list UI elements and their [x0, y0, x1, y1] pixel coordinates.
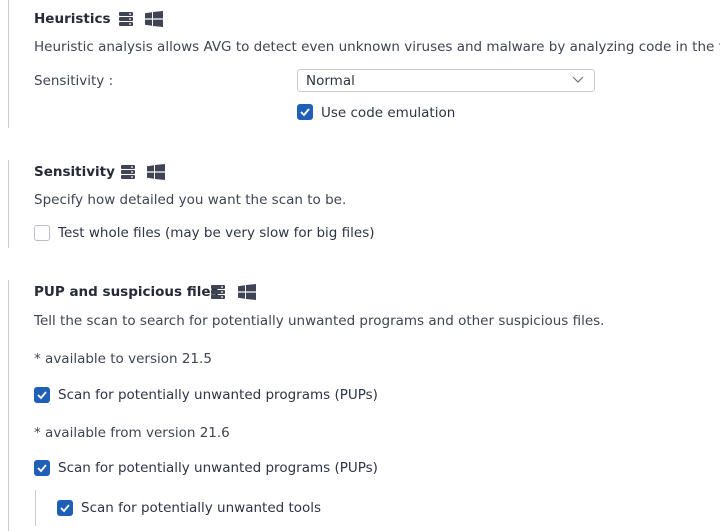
- sensitivity-label: Sensitivity :: [34, 73, 114, 89]
- sensitivity-description: Specify how detailed you want the scan t…: [34, 192, 347, 208]
- chevron-down-icon: [572, 76, 584, 83]
- tools-label: Scan for potentially unwanted tools: [81, 500, 322, 516]
- note-version-21-6: * available from version 21.6: [34, 425, 230, 441]
- sensitivity-select[interactable]: Normal: [297, 69, 595, 92]
- windows-icon: [238, 284, 256, 300]
- server-icon: [121, 165, 135, 179]
- heuristics-title: Heuristics: [34, 11, 111, 27]
- pup-old-label: Scan for potentially unwanted programs (…: [58, 387, 378, 403]
- pup-description: Tell the scan to search for potentially …: [34, 313, 605, 329]
- checkmark-icon: [37, 464, 47, 473]
- sensitivity-section: [8, 160, 9, 248]
- pup-new-checkbox[interactable]: [34, 460, 50, 476]
- server-icon: [119, 12, 133, 26]
- checkmark-icon: [37, 391, 47, 400]
- heuristics-description: Heuristic analysis allows AVG to detect …: [34, 39, 720, 55]
- pup-section: [8, 280, 9, 531]
- sensitivity-select-value: Normal: [306, 73, 355, 89]
- server-icon: [211, 285, 225, 299]
- sub-option-border: [35, 490, 36, 526]
- pup-old-checkbox[interactable]: [34, 387, 50, 403]
- pup-new-label: Scan for potentially unwanted programs (…: [58, 460, 378, 476]
- whole-files-checkbox[interactable]: [34, 225, 50, 241]
- pup-title: PUP and suspicious files: [34, 284, 219, 300]
- note-version-21-5: * available to version 21.5: [34, 351, 212, 367]
- checkmark-icon: [300, 108, 310, 117]
- checkmark-icon: [60, 504, 70, 513]
- windows-icon: [147, 164, 165, 180]
- heuristics-section: [8, 0, 9, 128]
- code-emulation-label: Use code emulation: [321, 105, 456, 121]
- whole-files-label: Test whole files (may be very slow for b…: [58, 225, 375, 241]
- windows-icon: [145, 11, 163, 27]
- tools-checkbox[interactable]: [57, 500, 73, 516]
- code-emulation-checkbox[interactable]: [297, 104, 313, 120]
- sensitivity-title: Sensitivity: [34, 164, 115, 180]
